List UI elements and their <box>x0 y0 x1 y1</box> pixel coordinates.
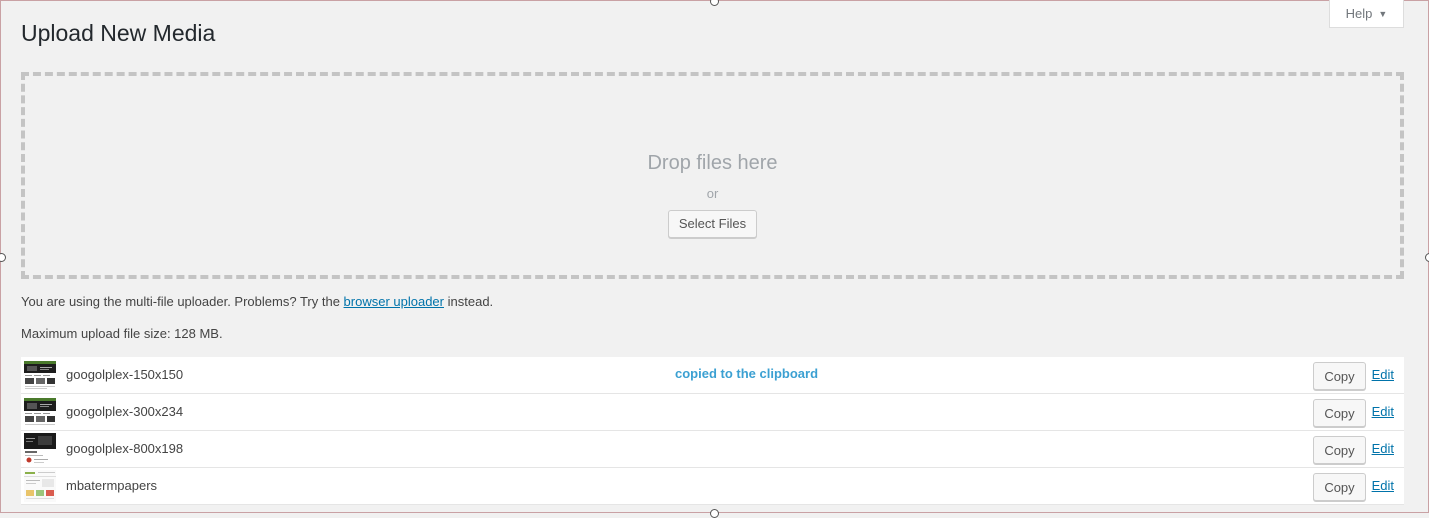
media-filename: mbatermpapers <box>66 478 158 493</box>
drop-title: Drop files here <box>647 152 778 174</box>
media-thumbnail <box>24 433 56 465</box>
media-item: googolplex-300x234 Copy Edit <box>21 394 1404 431</box>
edit-link[interactable]: Edit <box>1372 468 1394 504</box>
media-filename: googolplex-150x150 <box>66 367 184 382</box>
browser-uploader-link[interactable]: browser uploader <box>344 294 444 309</box>
uploader-info: You are using the multi-file uploader. P… <box>21 293 493 311</box>
edit-link[interactable]: Edit <box>1372 357 1394 393</box>
drop-zone[interactable]: Drop files here or Select Files <box>21 72 1404 279</box>
media-item: mbatermpapers Copy Edit <box>21 468 1404 505</box>
resize-handle-bottom[interactable] <box>710 509 719 518</box>
copied-status: copied to the clipboard <box>675 366 819 381</box>
media-filename: googolplex-300x234 <box>66 404 184 419</box>
media-filename: googolplex-800x198 <box>66 441 184 456</box>
uploader-info-prefix: You are using the multi-file uploader. P… <box>21 294 340 309</box>
help-tab-button[interactable]: Help ▼ <box>1329 0 1404 28</box>
edit-link[interactable]: Edit <box>1372 431 1394 467</box>
resize-handle-top[interactable] <box>710 0 719 6</box>
page-title: Upload New Media <box>21 20 216 46</box>
edit-link[interactable]: Edit <box>1372 394 1394 430</box>
media-thumbnail <box>24 396 56 428</box>
copy-button[interactable]: Copy <box>1313 436 1366 464</box>
caret-down-icon: ▼ <box>1378 8 1388 19</box>
media-items-list: googolplex-150x150 copied to the clipboa… <box>21 357 1404 505</box>
drop-info: Drop files here or Select Files <box>25 150 1400 238</box>
media-item: googolplex-150x150 copied to the clipboa… <box>21 357 1404 394</box>
resize-handle-right[interactable] <box>1425 253 1429 262</box>
media-thumbnail <box>24 359 56 391</box>
media-item: googolplex-800x198 Copy Edit <box>21 431 1404 468</box>
copy-button[interactable]: Copy <box>1313 399 1366 427</box>
max-upload-size: Maximum upload file size: 128 MB. <box>21 326 223 341</box>
media-thumbnail <box>24 470 56 502</box>
uploader-info-suffix: instead. <box>447 294 494 309</box>
copy-button[interactable]: Copy <box>1313 362 1366 390</box>
resize-handle-left[interactable] <box>0 253 6 262</box>
help-label: Help <box>1345 6 1373 21</box>
drop-or-text: or <box>706 186 719 201</box>
select-files-button[interactable]: Select Files <box>667 210 758 238</box>
copy-button[interactable]: Copy <box>1313 473 1366 501</box>
